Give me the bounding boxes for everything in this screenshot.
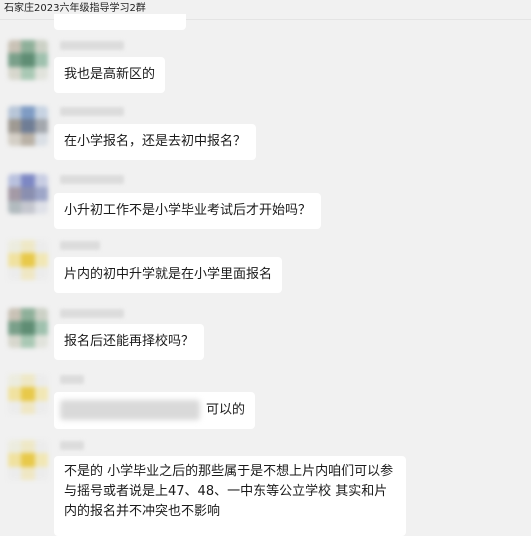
sender-name (60, 375, 84, 384)
avatar[interactable] (8, 106, 48, 146)
avatar[interactable] (8, 240, 48, 280)
message-bubble[interactable]: 可以的 (54, 392, 256, 429)
previous-message-bubble (54, 14, 186, 30)
sender-name (60, 441, 84, 450)
redacted-mention (60, 400, 200, 420)
message-text: 可以的 (206, 402, 246, 418)
avatar[interactable] (8, 440, 48, 480)
sender-name (60, 309, 124, 318)
avatar[interactable] (8, 174, 48, 214)
sender-name (60, 175, 124, 184)
sender-name (60, 241, 100, 250)
sender-name (60, 107, 124, 116)
message-bubble[interactable]: 在小学报名，还是去初中报名？ (54, 124, 257, 160)
message-bubble[interactable]: 片内的初中升学就是在小学里面报名 (54, 257, 283, 293)
message-bubble[interactable]: 小升初工作不是小学毕业考试后才开始吗？ (54, 193, 322, 229)
avatar[interactable] (8, 308, 48, 348)
message-bubble[interactable]: 不是的 小学毕业之后的那些属于是不想上片内咱们可以参与摇号或者说是上47、48、… (54, 456, 406, 536)
message-bubble[interactable]: 我也是高新区的 (54, 57, 166, 93)
message-bubble[interactable]: 报名后还能再择校吗？ (54, 324, 205, 360)
avatar[interactable] (8, 40, 48, 80)
sender-name (60, 41, 124, 50)
avatar[interactable] (8, 374, 48, 414)
